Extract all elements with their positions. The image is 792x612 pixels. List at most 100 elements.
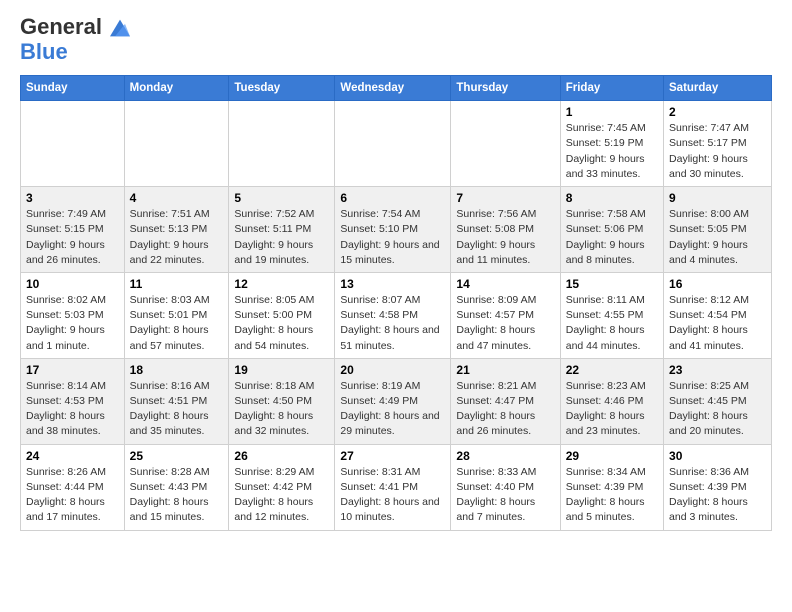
calendar-table: SundayMondayTuesdayWednesdayThursdayFrid… [20, 75, 772, 530]
day-number: 6 [340, 191, 445, 205]
page-header: General Blue [20, 15, 772, 65]
day-info: Sunrise: 7:56 AM Sunset: 5:08 PM Dayligh… [456, 207, 554, 268]
calendar-week-2: 3 Sunrise: 7:49 AM Sunset: 5:15 PM Daylig… [21, 187, 772, 273]
day-number: 23 [669, 363, 766, 377]
day-info: Sunrise: 8:34 AM Sunset: 4:39 PM Dayligh… [566, 465, 658, 526]
weekday-header-sunday: Sunday [21, 76, 125, 101]
logo-general: General [20, 14, 102, 39]
calendar-cell: 18 Sunrise: 8:16 AM Sunset: 4:51 PM Dayli… [124, 358, 229, 444]
day-info: Sunrise: 7:51 AM Sunset: 5:13 PM Dayligh… [130, 207, 224, 268]
day-number: 25 [130, 449, 224, 463]
day-info: Sunrise: 7:52 AM Sunset: 5:11 PM Dayligh… [234, 207, 329, 268]
calendar-cell: 20 Sunrise: 8:19 AM Sunset: 4:49 PM Dayli… [335, 358, 451, 444]
day-info: Sunrise: 8:03 AM Sunset: 5:01 PM Dayligh… [130, 293, 224, 354]
logo-icon [110, 18, 130, 38]
day-info: Sunrise: 8:00 AM Sunset: 5:05 PM Dayligh… [669, 207, 766, 268]
day-number: 19 [234, 363, 329, 377]
day-info: Sunrise: 8:14 AM Sunset: 4:53 PM Dayligh… [26, 379, 119, 440]
day-info: Sunrise: 8:12 AM Sunset: 4:54 PM Dayligh… [669, 293, 766, 354]
calendar-cell: 2 Sunrise: 7:47 AM Sunset: 5:17 PM Daylig… [664, 101, 772, 187]
day-number: 27 [340, 449, 445, 463]
day-number: 18 [130, 363, 224, 377]
calendar-cell: 22 Sunrise: 8:23 AM Sunset: 4:46 PM Dayli… [560, 358, 663, 444]
calendar-cell: 23 Sunrise: 8:25 AM Sunset: 4:45 PM Dayli… [664, 358, 772, 444]
day-info: Sunrise: 8:36 AM Sunset: 4:39 PM Dayligh… [669, 465, 766, 526]
calendar-cell [124, 101, 229, 187]
day-number: 12 [234, 277, 329, 291]
day-number: 7 [456, 191, 554, 205]
day-info: Sunrise: 7:54 AM Sunset: 5:10 PM Dayligh… [340, 207, 445, 268]
calendar-cell: 19Sunrise: 8:18 AM Sunset: 4:50 PM Dayli… [229, 358, 335, 444]
calendar-cell: 25 Sunrise: 8:28 AM Sunset: 4:43 PM Dayli… [124, 444, 229, 530]
day-number: 28 [456, 449, 554, 463]
day-info: Sunrise: 8:09 AM Sunset: 4:57 PM Dayligh… [456, 293, 554, 354]
day-number: 30 [669, 449, 766, 463]
weekday-header-monday: Monday [124, 76, 229, 101]
logo-text: General Blue [20, 15, 130, 65]
weekday-header-saturday: Saturday [664, 76, 772, 101]
day-number: 15 [566, 277, 658, 291]
day-number: 29 [566, 449, 658, 463]
calendar-week-4: 17 Sunrise: 8:14 AM Sunset: 4:53 PM Dayli… [21, 358, 772, 444]
day-number: 16 [669, 277, 766, 291]
calendar-cell: 5 Sunrise: 7:52 AM Sunset: 5:11 PM Daylig… [229, 187, 335, 273]
calendar-cell: 21 Sunrise: 8:21 AM Sunset: 4:47 PM Dayli… [451, 358, 560, 444]
day-info: Sunrise: 8:23 AM Sunset: 4:46 PM Dayligh… [566, 379, 658, 440]
calendar-cell: 24 Sunrise: 8:26 AM Sunset: 4:44 PM Dayli… [21, 444, 125, 530]
day-info: Sunrise: 8:31 AM Sunset: 4:41 PM Dayligh… [340, 465, 445, 526]
day-info: Sunrise: 8:02 AM Sunset: 5:03 PM Dayligh… [26, 293, 119, 354]
day-number: 13 [340, 277, 445, 291]
day-number: 17 [26, 363, 119, 377]
calendar-cell: 7 Sunrise: 7:56 AM Sunset: 5:08 PM Daylig… [451, 187, 560, 273]
logo: General Blue [20, 15, 130, 65]
calendar-cell: 11Sunrise: 8:03 AM Sunset: 5:01 PM Dayli… [124, 272, 229, 358]
calendar-cell: 6 Sunrise: 7:54 AM Sunset: 5:10 PM Daylig… [335, 187, 451, 273]
day-number: 2 [669, 105, 766, 119]
day-number: 20 [340, 363, 445, 377]
weekday-header-friday: Friday [560, 76, 663, 101]
calendar-cell: 30 Sunrise: 8:36 AM Sunset: 4:39 PM Dayli… [664, 444, 772, 530]
calendar-week-3: 10Sunrise: 8:02 AM Sunset: 5:03 PM Dayli… [21, 272, 772, 358]
weekday-header-tuesday: Tuesday [229, 76, 335, 101]
day-number: 14 [456, 277, 554, 291]
weekday-header-wednesday: Wednesday [335, 76, 451, 101]
calendar-cell: 9Sunrise: 8:00 AM Sunset: 5:05 PM Daylig… [664, 187, 772, 273]
calendar-cell: 29 Sunrise: 8:34 AM Sunset: 4:39 PM Dayli… [560, 444, 663, 530]
day-info: Sunrise: 8:28 AM Sunset: 4:43 PM Dayligh… [130, 465, 224, 526]
day-info: Sunrise: 8:05 AM Sunset: 5:00 PM Dayligh… [234, 293, 329, 354]
day-info: Sunrise: 8:11 AM Sunset: 4:55 PM Dayligh… [566, 293, 658, 354]
day-number: 3 [26, 191, 119, 205]
day-info: Sunrise: 7:49 AM Sunset: 5:15 PM Dayligh… [26, 207, 119, 268]
day-number: 22 [566, 363, 658, 377]
calendar-cell [229, 101, 335, 187]
day-number: 21 [456, 363, 554, 377]
day-number: 24 [26, 449, 119, 463]
calendar-cell: 14 Sunrise: 8:09 AM Sunset: 4:57 PM Dayli… [451, 272, 560, 358]
day-info: Sunrise: 8:25 AM Sunset: 4:45 PM Dayligh… [669, 379, 766, 440]
logo-blue: Blue [20, 39, 68, 64]
calendar-cell: 12 Sunrise: 8:05 AM Sunset: 5:00 PM Dayli… [229, 272, 335, 358]
calendar-week-1: 1Sunrise: 7:45 AM Sunset: 5:19 PM Daylig… [21, 101, 772, 187]
calendar-cell: 28 Sunrise: 8:33 AM Sunset: 4:40 PM Dayli… [451, 444, 560, 530]
day-info: Sunrise: 8:21 AM Sunset: 4:47 PM Dayligh… [456, 379, 554, 440]
day-info: Sunrise: 8:33 AM Sunset: 4:40 PM Dayligh… [456, 465, 554, 526]
calendar-cell [21, 101, 125, 187]
day-number: 26 [234, 449, 329, 463]
day-number: 8 [566, 191, 658, 205]
calendar-week-5: 24 Sunrise: 8:26 AM Sunset: 4:44 PM Dayli… [21, 444, 772, 530]
calendar-cell: 26 Sunrise: 8:29 AM Sunset: 4:42 PM Dayli… [229, 444, 335, 530]
day-number: 5 [234, 191, 329, 205]
calendar-cell: 8Sunrise: 7:58 AM Sunset: 5:06 PM Daylig… [560, 187, 663, 273]
day-info: Sunrise: 8:29 AM Sunset: 4:42 PM Dayligh… [234, 465, 329, 526]
day-info: Sunrise: 8:19 AM Sunset: 4:49 PM Dayligh… [340, 379, 445, 440]
day-info: Sunrise: 8:16 AM Sunset: 4:51 PM Dayligh… [130, 379, 224, 440]
calendar-cell: 4Sunrise: 7:51 AM Sunset: 5:13 PM Daylig… [124, 187, 229, 273]
weekday-header-thursday: Thursday [451, 76, 560, 101]
day-number: 1 [566, 105, 658, 119]
calendar-cell [451, 101, 560, 187]
calendar-cell: 3 Sunrise: 7:49 AM Sunset: 5:15 PM Daylig… [21, 187, 125, 273]
day-info: Sunrise: 8:26 AM Sunset: 4:44 PM Dayligh… [26, 465, 119, 526]
day-info: Sunrise: 8:07 AM Sunset: 4:58 PM Dayligh… [340, 293, 445, 354]
day-info: Sunrise: 7:47 AM Sunset: 5:17 PM Dayligh… [669, 121, 766, 182]
calendar-cell: 16 Sunrise: 8:12 AM Sunset: 4:54 PM Dayli… [664, 272, 772, 358]
